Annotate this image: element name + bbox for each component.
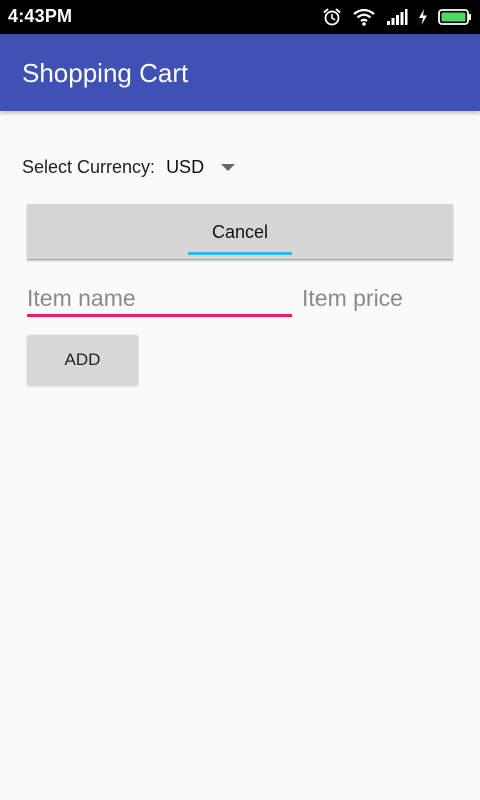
add-button-label: ADD [64, 350, 101, 369]
status-time: 4:43PM [8, 6, 73, 26]
cancel-focus-indicator [188, 252, 292, 255]
currency-row: Select Currency: USD [22, 155, 236, 179]
wifi-icon [352, 7, 376, 27]
dropdown-arrow-icon [221, 163, 236, 171]
cancel-button-label: Cancel [211, 222, 269, 242]
signal-icon [386, 8, 408, 26]
add-button[interactable]: ADD [27, 335, 138, 385]
item-name-underline [27, 314, 292, 317]
currency-label: Select Currency: [22, 156, 156, 177]
currency-dropdown[interactable]: USD [166, 156, 236, 178]
battery-icon [438, 8, 472, 26]
app-bar: Shopping Cart [0, 34, 480, 111]
cancel-button[interactable]: Cancel [27, 204, 453, 260]
item-price-input[interactable] [302, 282, 472, 314]
item-name-input[interactable] [27, 282, 292, 314]
charging-icon [418, 8, 428, 26]
status-bar: 4:43PM [0, 0, 480, 34]
app-title: Shopping Cart [22, 58, 189, 88]
alarm-icon [322, 7, 342, 27]
currency-selected-value: USD [166, 156, 205, 177]
status-icons [322, 6, 472, 28]
